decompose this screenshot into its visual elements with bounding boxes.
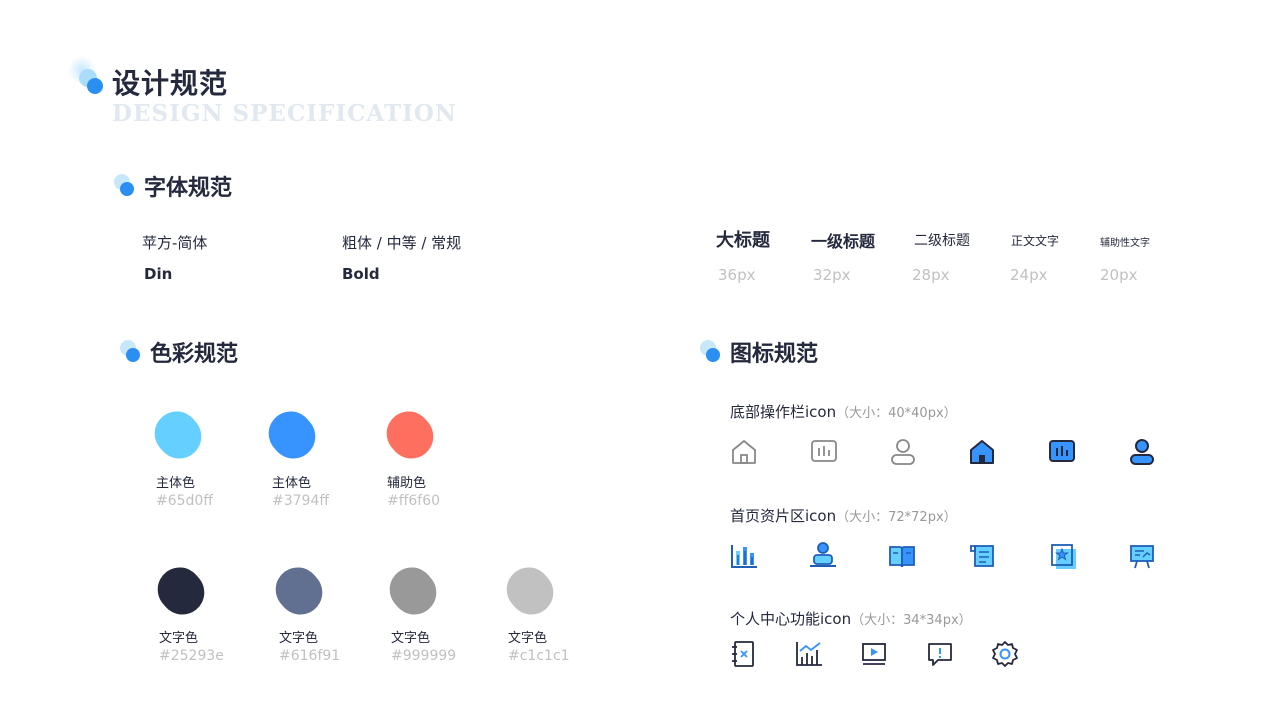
icon-section-heading: 图标规范: [698, 336, 818, 368]
font-size-value: 36px: [718, 266, 756, 284]
icon-row-title: 个人中心功能icon（大小：34*34px）: [730, 608, 972, 629]
font-size-value: 28px: [912, 266, 950, 284]
color-name: 文字色: [159, 631, 199, 646]
color-swatch: [386, 411, 434, 459]
font-size-name: 辅助性文字: [1100, 238, 1150, 249]
chart-outline-icon[interactable]: [809, 437, 839, 467]
color-swatch: [506, 567, 554, 615]
page-subtitle: DESIGN SPECIFICATION: [112, 100, 457, 127]
color-hex: #c1c1c1: [508, 648, 570, 664]
icon-row-label: 个人中心功能icon: [730, 610, 852, 628]
color-section-heading: 色彩规范: [118, 336, 238, 368]
icon-section-title: 图标规范: [730, 342, 819, 367]
icon-row-size: （大小：40*40px）: [836, 406, 957, 421]
home-filled-icon[interactable]: [967, 437, 997, 467]
page-title: 设计规范: [112, 67, 229, 100]
color-swatch: [268, 411, 316, 459]
font-section-heading: 字体规范: [112, 170, 232, 202]
user-outline-icon[interactable]: [888, 437, 918, 467]
header-decoration-icon: [66, 56, 110, 100]
font-weights-en: Bold: [342, 265, 380, 283]
section-dot-icon: [120, 340, 140, 362]
star-book-icon[interactable]: [1048, 541, 1078, 571]
trend-chart-icon[interactable]: [794, 639, 824, 669]
font-family-cn: 苹方-简体: [142, 234, 208, 252]
color-name: 文字色: [508, 631, 548, 646]
open-book-icon[interactable]: [887, 541, 917, 571]
icon-row-title: 首页资片区icon（大小：72*72px）: [730, 505, 957, 526]
presentation-board-icon[interactable]: [1127, 541, 1157, 571]
icon-row-label: 首页资片区icon: [730, 507, 837, 525]
color-hex: #999999: [391, 648, 457, 664]
font-size-value: 24px: [1010, 266, 1048, 284]
color-hex: #3794ff: [272, 493, 330, 509]
font-size-name: 大标题: [716, 230, 770, 251]
color-swatch: [275, 567, 323, 615]
color-swatch: [157, 567, 205, 615]
notebook-icon[interactable]: [728, 639, 758, 669]
color-name: 主体色: [272, 476, 312, 491]
font-size-name: 一级标题: [811, 232, 876, 251]
font-section-title: 字体规范: [144, 176, 233, 201]
font-weights-cn: 粗体 / 中等 / 常规: [342, 234, 462, 252]
icon-row-label: 底部操作栏icon: [730, 403, 837, 421]
color-swatch: [389, 567, 437, 615]
color-swatch: [154, 411, 202, 459]
icon-row-size: （大小：34*34px）: [851, 613, 972, 628]
icon-row-size: （大小：72*72px）: [836, 510, 957, 525]
icon-row-title: 底部操作栏icon（大小：40*40px）: [730, 401, 957, 422]
scroll-icon[interactable]: [967, 541, 997, 571]
color-hex: #ff6f60: [387, 493, 441, 509]
section-dot-icon: [700, 340, 720, 362]
teacher-icon[interactable]: [808, 540, 838, 570]
user-filled-icon[interactable]: [1127, 437, 1157, 467]
font-size-value: 20px: [1100, 266, 1138, 284]
font-family-en: Din: [144, 265, 173, 283]
color-section-title: 色彩规范: [150, 342, 239, 367]
font-size-name: 二级标题: [914, 233, 970, 249]
color-name: 文字色: [391, 631, 431, 646]
video-play-icon[interactable]: [859, 639, 889, 669]
message-alert-icon[interactable]: [925, 639, 955, 669]
color-name: 文字色: [279, 631, 319, 646]
settings-gear-icon[interactable]: [990, 639, 1020, 669]
home-outline-icon[interactable]: [729, 437, 759, 467]
bar-chart-icon[interactable]: [729, 541, 759, 571]
color-hex: #616f91: [279, 648, 341, 664]
chart-filled-icon[interactable]: [1047, 437, 1077, 467]
font-size-name: 正文文字: [1011, 234, 1060, 248]
color-name: 主体色: [156, 476, 196, 491]
color-name: 辅助色: [387, 476, 427, 491]
section-dot-icon: [114, 174, 134, 196]
color-hex: #25293e: [159, 648, 224, 664]
font-size-value: 32px: [813, 266, 851, 284]
color-hex: #65d0ff: [156, 493, 213, 509]
